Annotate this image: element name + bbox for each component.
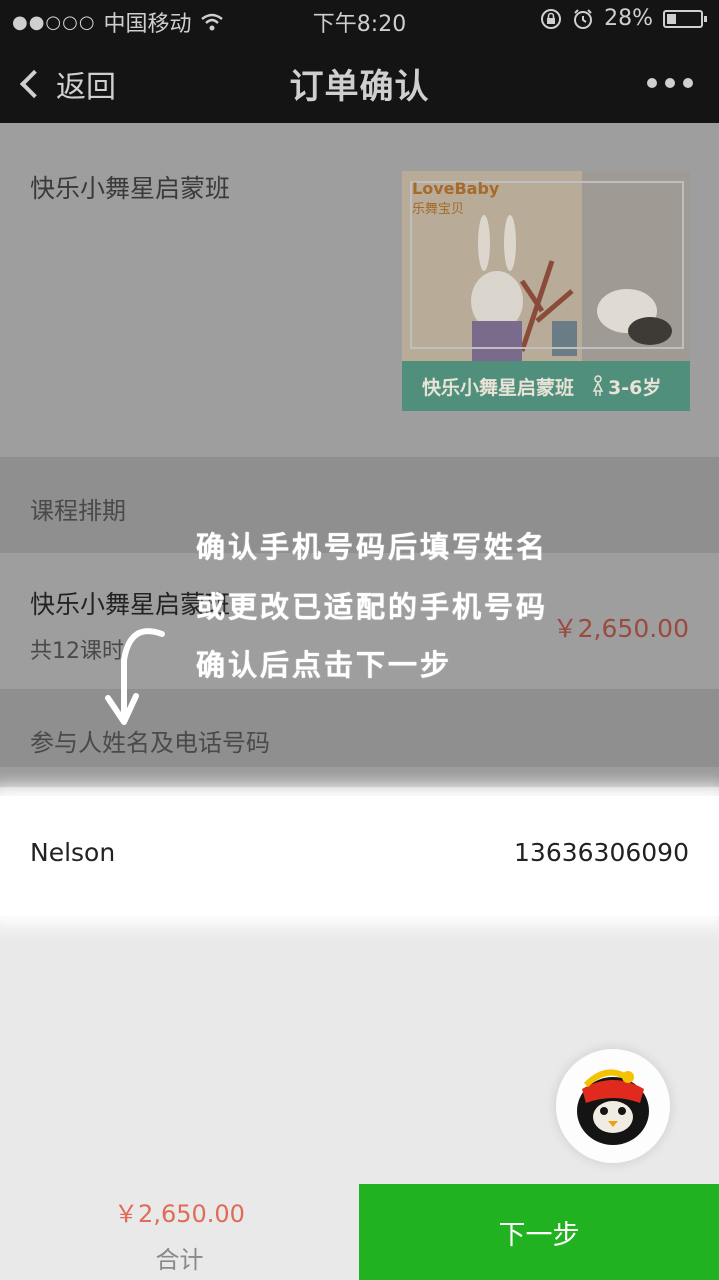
overlay-instruction-3: 确认后点击下一步 bbox=[196, 648, 453, 682]
total-label: 合计 bbox=[155, 1246, 204, 1274]
next-step-button[interactable]: 下一步 bbox=[359, 1184, 719, 1280]
brand-name: LoveBaby bbox=[412, 179, 500, 198]
schedule-header-label: 课程排期 bbox=[30, 497, 126, 525]
penguin-mascot-icon bbox=[577, 1069, 649, 1145]
thumbnail-banner: 快乐小舞星启蒙班 3-6岁 bbox=[402, 361, 690, 411]
rotation-lock-icon bbox=[541, 8, 562, 29]
total-amount: ￥2,650.00 bbox=[114, 1200, 245, 1228]
more-dots-icon[interactable] bbox=[647, 78, 693, 88]
status-right: 28% bbox=[540, 6, 707, 31]
course-card: 快乐小舞星启蒙班 LoveBaby 乐舞宝贝 快乐小舞星启蒙班 3-6岁 bbox=[0, 123, 719, 457]
overlay-instruction-2: 或更改已适配的手机号码 bbox=[196, 590, 549, 624]
course-thumbnail: LoveBaby 乐舞宝贝 快乐小舞星启蒙班 3-6岁 bbox=[402, 171, 690, 411]
participant-name[interactable]: Nelson bbox=[30, 838, 115, 867]
status-bar: ●●○○○ 中国移动 下午8:20 28% bbox=[0, 0, 719, 40]
overlay-instruction-1: 确认手机号码后填写姓名 bbox=[196, 530, 549, 564]
nav-bar: 返回 订单确认 bbox=[0, 40, 719, 123]
banner-title: 快乐小舞星启蒙班 bbox=[422, 376, 575, 399]
bottom-bar: ￥2,650.00 合计 下一步 bbox=[0, 1184, 719, 1280]
schedule-item-price: ￥2,650.00 bbox=[552, 614, 689, 643]
brand-name-cn: 乐舞宝贝 bbox=[412, 202, 465, 217]
course-name: 快乐小舞星启蒙班 bbox=[30, 174, 231, 203]
arrow-down-icon bbox=[105, 628, 165, 725]
participant-phone[interactable]: 13636306090 bbox=[514, 838, 689, 867]
battery-percent: 28% bbox=[604, 6, 653, 31]
brand-logo: LoveBaby 乐舞宝贝 bbox=[412, 179, 499, 217]
girl-icon bbox=[592, 375, 604, 396]
page-title: 订单确认 bbox=[289, 67, 430, 107]
alarm-icon bbox=[574, 8, 593, 29]
battery-icon bbox=[663, 9, 707, 28]
order-total: ￥2,650.00 合计 bbox=[0, 1184, 359, 1280]
battery-fill bbox=[667, 13, 676, 24]
mascot-chat-button[interactable] bbox=[556, 1049, 670, 1163]
age-range: 3-6岁 bbox=[592, 373, 661, 400]
participant-row[interactable]: Nelson 13636306090 bbox=[0, 796, 719, 916]
age-range-text: 3-6岁 bbox=[608, 376, 662, 399]
